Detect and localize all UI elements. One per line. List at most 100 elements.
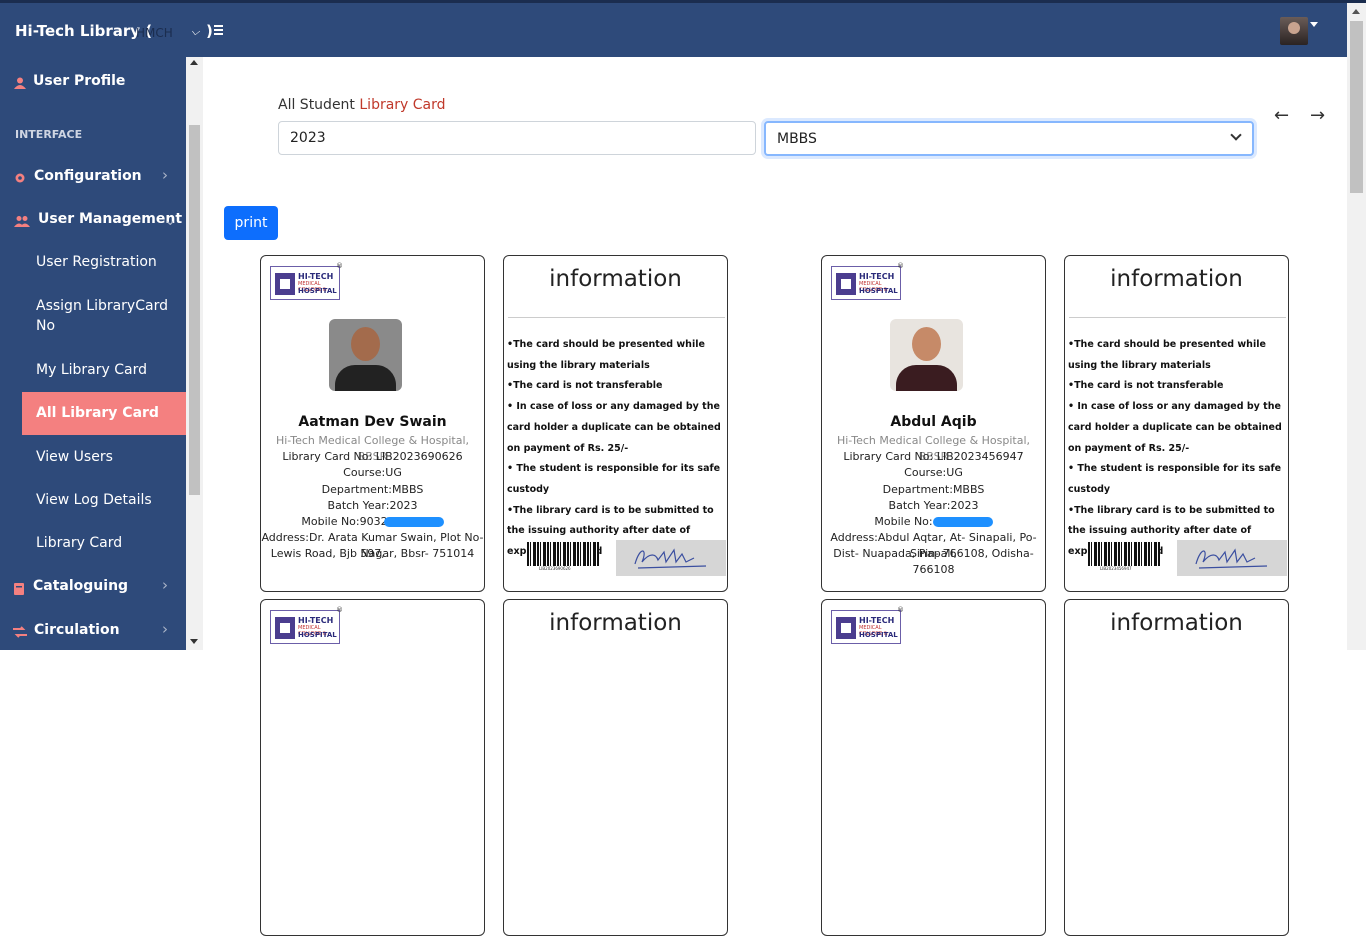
mobile-number: Mobile No: [822,514,1045,530]
branch-select-value: HMCH [136,26,173,40]
sidebar-subitem-label: All Library Card [36,405,159,421]
barcode-number: LIB2023456947 [1100,566,1132,571]
building-icon [275,617,295,639]
sidebar-item-label: Configuration [34,168,142,184]
chevron-right-icon: › [162,166,168,184]
logo-text: HI-TECH [298,272,334,281]
registered-mark: ® [897,606,904,614]
library-card-back: information •The card should be presente… [503,255,728,592]
student-name: Abdul Aqib [890,414,977,430]
rule-item: •The card should be presented while usin… [507,339,705,371]
mobile-label: Mobile No: [301,515,360,528]
address-line-2: Lewis Road, Bjb Nagar, Bbsr- 751014 [270,547,475,560]
sidebar-subitem-user-registration[interactable]: User Registration [36,252,176,272]
chevron-down-icon: ⌵ [191,25,200,38]
sidebar-item-circulation[interactable]: Circulation › [0,620,186,650]
sidebar: User Profile INTERFACE Configuration › U… [0,57,186,650]
logo-text: HOSPITAL [859,631,898,639]
college-logo: HI-TECH MEDICAL COLLEGE & HOSPITAL [270,266,340,300]
sidebar-item-user-profile[interactable]: User Profile [0,73,186,103]
building-icon [275,273,295,295]
library-card-number: Library Card No: LIB2023456947 [843,450,1024,463]
batch-year: Batch Year:2023 [327,499,418,512]
info-heading: information [549,610,682,636]
chevron-down-icon: ⌄ [164,211,177,229]
sidebar-item-label: Circulation [34,622,120,638]
sidebar-subitem-view-users[interactable]: View Users [36,447,176,467]
mobile-label: Mobile No: [874,515,933,528]
college-logo: HI-TECH MEDICAL COLLEGE & HOSPITAL [831,266,901,300]
batch-year: Batch Year:2023 [888,499,979,512]
student-name: Aatman Dev Swain [298,414,447,430]
redaction-mark [383,517,444,527]
divider [1069,317,1286,318]
logo-text: HI-TECH [298,616,334,625]
rules-list: •The card should be presented while usin… [507,335,726,563]
rule-item: • The student is responsible for its saf… [1068,463,1282,495]
scroll-down-icon[interactable] [190,639,198,644]
rule-item: •The card is not transferable [1068,380,1224,392]
sidebar-subitem-my-library-card[interactable]: My Library Card [36,360,176,380]
page-title-prefix: All Student [278,97,355,113]
logo-text: HOSPITAL [298,631,337,639]
mobile-number: Mobile No:9032 [261,514,484,530]
gear-icon [15,173,25,183]
sidebar-item-label: Cataloguing [33,578,129,594]
info-heading: information [1110,610,1243,636]
sidebar-item-user-management[interactable]: User Management ⌄ [0,211,186,241]
sidebar-subitem-view-log-details[interactable]: View Log Details [36,490,176,510]
sidebar-item-configuration[interactable]: Configuration › [0,166,186,198]
scroll-up-icon[interactable] [1352,9,1360,14]
book-icon [14,583,24,595]
college-logo: HI-TECH MEDICAL COLLEGE & HOSPITAL [831,610,901,644]
page-title-accent: Library Card [359,97,446,113]
sidebar-subitem-library-card[interactable]: Library Card [36,533,176,553]
address-line-2: Dist- Nuapada, Pin- 766108, Odisha- 7661… [833,547,1034,576]
sidebar-scrollbar[interactable] [186,57,203,650]
rule-item: •The card is not transferable [507,380,663,392]
avatar[interactable] [1280,17,1308,45]
scroll-up-icon[interactable] [190,60,198,65]
logo-text: HI-TECH [859,272,895,281]
rule-item: • The student is responsible for its saf… [507,463,721,495]
menu-toggle-icon[interactable] [211,25,223,38]
registered-mark: ® [897,262,904,270]
sidebar-subitem-assign-library-card[interactable]: Assign LibraryCard No [36,296,176,336]
library-card-front: HI-TECH MEDICAL COLLEGE & HOSPITAL ® Abd… [821,255,1046,592]
building-icon [836,617,856,639]
exchange-icon [13,626,27,638]
page-scrollbar[interactable] [1347,3,1366,650]
library-card-front: HI-TECH MEDICAL COLLEGE & HOSPITAL ® Aat… [260,255,485,592]
sidebar-item-label: User Profile [33,73,126,89]
department: Department:MBBS [321,483,424,496]
registered-mark: ® [336,606,343,614]
divider [508,317,725,318]
course: Course:UG [343,466,402,479]
arrow-left-icon[interactable]: ← [1274,105,1289,126]
department: Department:MBBS [882,483,985,496]
arrow-right-icon[interactable]: → [1310,105,1325,126]
course-select[interactable]: MBBS [764,121,1254,156]
college-logo: HI-TECH MEDICAL COLLEGE & HOSPITAL [270,610,340,644]
logo-text: HI-TECH [859,616,895,625]
batch-year-input[interactable]: 2023 [278,121,756,155]
caret-down-icon[interactable] [1310,22,1318,27]
logo-text: HOSPITAL [859,287,898,295]
print-button[interactable]: print [224,206,278,240]
sidebar-item-cataloguing[interactable]: Cataloguing › [0,576,186,608]
user-icon [14,77,26,89]
sidebar-subitem-all-library-card[interactable]: All Library Card [22,392,186,435]
barcode-number: LIB2023690626 [539,566,571,571]
info-heading: information [549,266,682,292]
rules-list: •The card should be presented while usin… [1068,335,1287,563]
course-select-value: MBBS [777,131,817,147]
sidebar-item-label: User Management [38,211,183,227]
chevron-right-icon: › [162,576,168,594]
rule-item: • In case of loss or any damaged by the … [507,401,721,454]
scrollbar-thumb[interactable] [189,125,200,495]
branch-select[interactable]: HMCH ⌵ [131,24,203,42]
top-navbar: Hi-Tech Library ( HMCH ⌵ ) [0,0,1366,57]
scrollbar-thumb[interactable] [1350,21,1363,193]
library-card-number: Library Card No: LIB2023690626 [282,450,463,463]
signature-image [1177,540,1287,576]
